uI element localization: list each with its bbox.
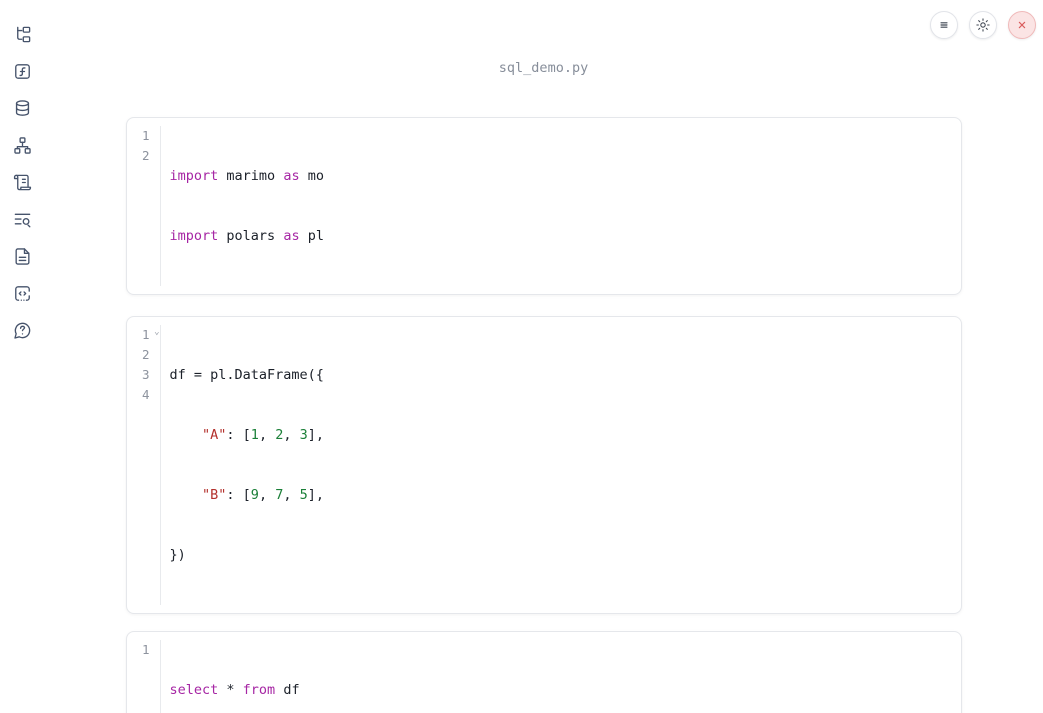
sql-cell[interactable]: 1 select * from df Output variable: sql … (125, 631, 962, 713)
code-token: 3 (299, 427, 308, 443)
function-square-icon (14, 63, 30, 79)
code-token: as (283, 168, 300, 184)
sql-editor[interactable]: select * from df (161, 640, 300, 713)
code-token: }) (169, 547, 186, 563)
menu-icon (940, 22, 948, 28)
code-token: 1 (250, 427, 259, 443)
sidebar-item-variables[interactable] (12, 61, 32, 81)
sidebar-item-dependency-graph[interactable] (12, 135, 32, 155)
code-token: df = pl.DataFrame({ (169, 367, 324, 383)
code-token: as (283, 228, 300, 244)
code-token: "B" (202, 487, 227, 503)
code-token: import (169, 168, 219, 184)
code-line: import polars as pl (170, 226, 324, 246)
sidebar-item-scratchpad[interactable] (12, 172, 32, 192)
code-token: "A" (202, 427, 227, 443)
sidebar-item-data-sources[interactable] (12, 98, 32, 118)
notebook-filename: sql_demo.py (498, 60, 589, 76)
network-icon (13, 136, 31, 154)
database-icon (15, 99, 29, 116)
folder-tree-icon (16, 26, 30, 42)
notebook-controls (930, 11, 1036, 39)
code-token: : [ (226, 427, 251, 443)
shutdown-button[interactable] (1008, 11, 1036, 39)
code-token: polars (218, 228, 284, 244)
settings-button[interactable] (969, 11, 997, 39)
code-token: , (258, 487, 276, 503)
line-number-text: 1 (141, 327, 150, 342)
scroll-icon (13, 174, 31, 190)
line-number-gutter: 1 ⌄ 2 3 4 (127, 325, 161, 605)
code-token: , (258, 427, 276, 443)
notebook-menu-button[interactable] (930, 11, 958, 39)
code-token: from (242, 682, 276, 698)
list-search-icon (14, 213, 30, 227)
fold-chevron-icon[interactable]: ⌄ (154, 328, 159, 337)
code-line: import marimo as mo (170, 166, 324, 186)
code-token: import (169, 228, 219, 244)
code-line: df = pl.DataFrame({ (170, 365, 325, 385)
code-cell-imports[interactable]: 1 2 import marimo as mo import polars as… (125, 117, 962, 295)
code-line: "B": [9, 7, 5], (170, 485, 325, 505)
line-number-gutter: 1 2 (127, 126, 161, 286)
line-number: 4 (141, 387, 150, 402)
code-token: , (283, 427, 300, 443)
line-number: 1 (141, 128, 150, 143)
line-number: 1 ⌄ (127, 325, 160, 345)
code-token: 9 (250, 487, 259, 503)
code-token: mo (299, 168, 324, 184)
line-number-gutter: 1 (127, 640, 161, 713)
line-number: 1 (141, 642, 150, 657)
code-token: : [ (226, 487, 251, 503)
code-token: ], (307, 487, 325, 503)
sidebar-item-help[interactable] (12, 320, 32, 340)
sidebar-item-documentation[interactable] (12, 246, 32, 266)
helper-panel-sidebar (0, 0, 44, 713)
line-number: 3 (141, 367, 150, 382)
code-token: marimo (218, 168, 284, 184)
code-editor[interactable]: df = pl.DataFrame({ "A": [1, 2, 3], "B":… (161, 325, 325, 605)
code-token: pl (299, 228, 324, 244)
code-square-icon (14, 285, 30, 301)
line-number: 2 (141, 347, 150, 362)
notebook-area: sql_demo.py 1 2 import marimo as mo impo… (44, 60, 1043, 713)
close-icon (1018, 21, 1026, 29)
code-token: 5 (299, 487, 308, 503)
code-token: df (275, 682, 300, 698)
code-line: "A": [1, 2, 3], (170, 425, 325, 445)
sidebar-item-logs[interactable] (12, 209, 32, 229)
code-cell-dataframe[interactable]: 1 ⌄ 2 3 4 df = pl.DataFrame({ "A": [1, 2,… (125, 316, 962, 614)
line-number: 2 (141, 148, 150, 163)
code-token: select (169, 682, 219, 698)
code-editor[interactable]: import marimo as mo import polars as pl (161, 126, 324, 286)
sidebar-item-snippets[interactable] (12, 283, 32, 303)
code-line: }) (170, 545, 325, 565)
gear-icon (976, 18, 990, 32)
code-token: * (218, 682, 243, 698)
sidebar-item-file-explorer[interactable] (12, 24, 32, 44)
code-token: , (283, 487, 300, 503)
file-text-icon (14, 247, 30, 265)
code-line: select * from df (170, 680, 300, 700)
code-token: ], (307, 427, 325, 443)
help-bubble-icon (13, 322, 30, 339)
